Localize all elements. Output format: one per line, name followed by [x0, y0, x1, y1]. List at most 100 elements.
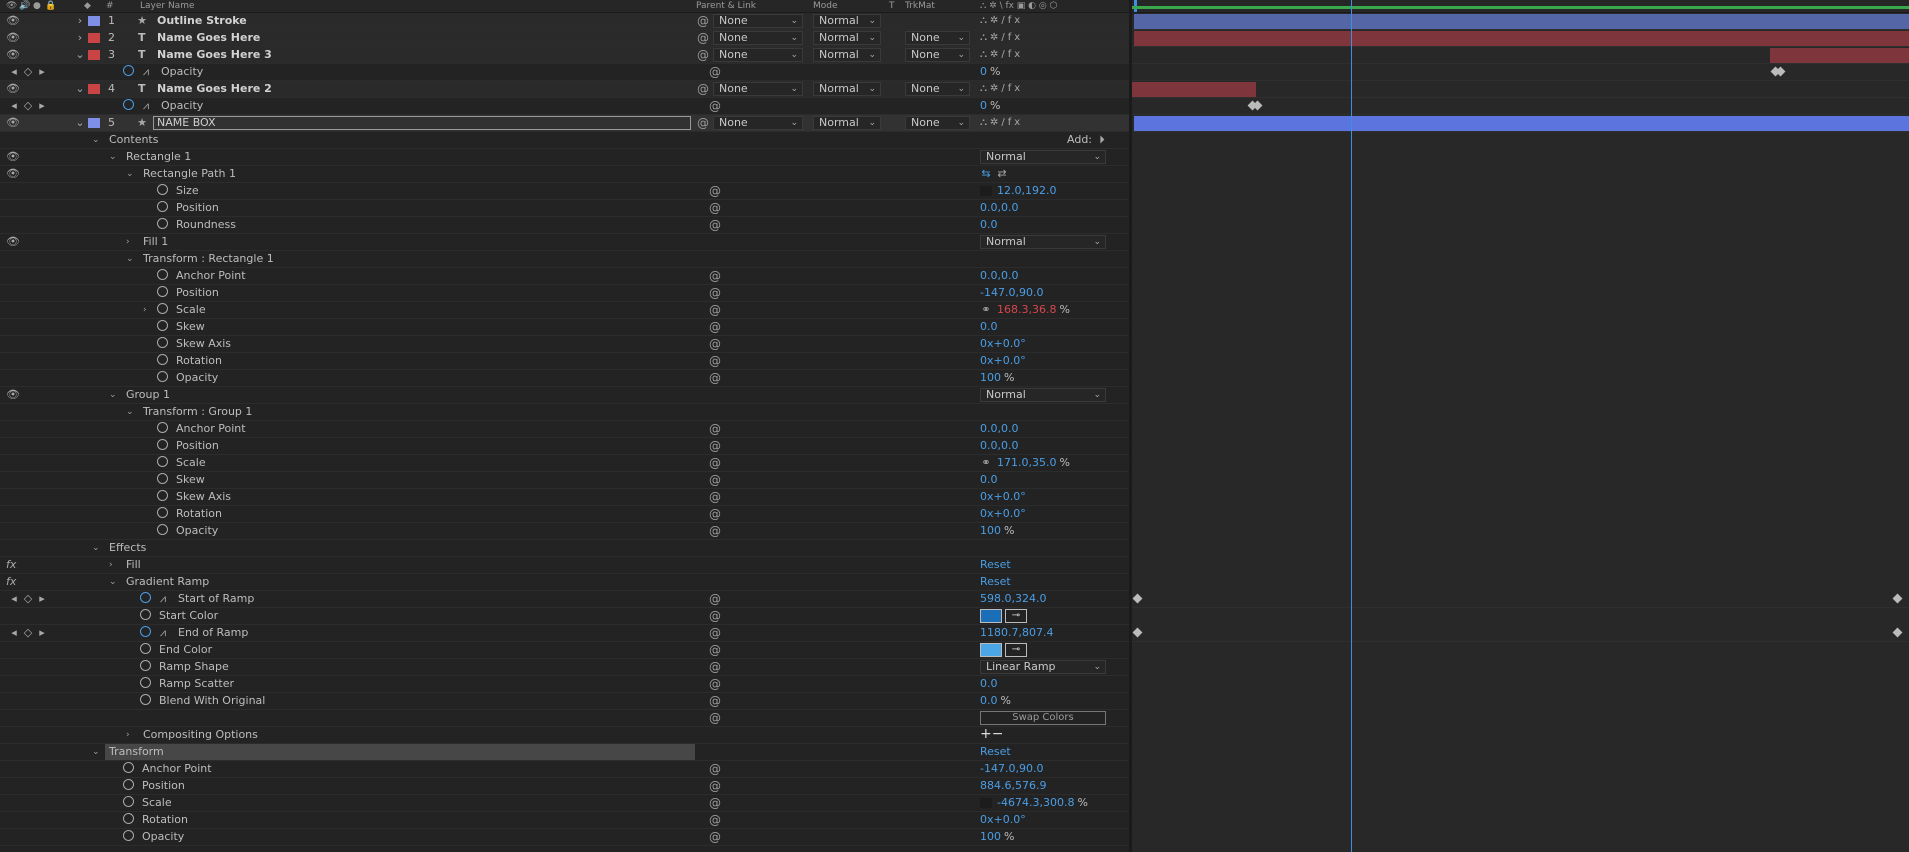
graph-icon[interactable]: ⩘ — [140, 98, 152, 114]
property-row-end-of-ramp[interactable]: ◂ ◇ ▸ ⩘ End of Ramp @ 1180.7,807.4 — [0, 625, 1129, 642]
prev-keyframe-icon[interactable]: ◂ — [8, 64, 20, 80]
collapse-arrow-icon[interactable]: ⌄ — [92, 132, 100, 148]
property-value[interactable]: 1180.7,807.4 — [980, 625, 1053, 641]
stopwatch-icon[interactable] — [157, 422, 168, 433]
property-value[interactable]: 0x+0.0° — [980, 506, 1026, 522]
expression-pickwhip-icon[interactable]: @ — [709, 438, 721, 454]
pickwhip-icon[interactable]: @ — [697, 30, 709, 46]
property-value[interactable]: 598.0,324.0 — [980, 591, 1046, 607]
parent-dropdown[interactable]: None ⌄ — [713, 31, 803, 45]
graph-icon[interactable]: ⩘ — [140, 64, 152, 80]
keyframe-marker[interactable] — [1892, 593, 1903, 604]
layer-duration-bar[interactable] — [1134, 14, 1909, 29]
parent-link-header[interactable]: Parent & Link — [696, 0, 756, 12]
label-color-swatch[interactable] — [88, 84, 100, 94]
layer-name-header[interactable]: Layer Name — [140, 0, 195, 12]
stopwatch-icon[interactable] — [157, 473, 168, 484]
expression-pickwhip-icon[interactable]: @ — [709, 472, 721, 488]
expression-pickwhip-icon[interactable]: @ — [709, 710, 721, 726]
keyframe-marker[interactable] — [1892, 627, 1903, 638]
property-row-rotation[interactable]: Rotation @ 0x+0.0° — [0, 812, 1129, 829]
pickwhip-icon[interactable]: @ — [697, 47, 709, 63]
expression-pickwhip-icon[interactable]: @ — [709, 625, 721, 641]
pickwhip-icon[interactable]: @ — [697, 115, 709, 131]
property-value[interactable]: 0.0,0.0 — [980, 268, 1018, 284]
constrain-proportions-box[interactable] — [980, 798, 992, 808]
expression-pickwhip-icon[interactable]: @ — [709, 693, 721, 709]
expression-pickwhip-icon[interactable]: @ — [709, 659, 721, 675]
expression-pickwhip-icon[interactable]: @ — [709, 778, 721, 794]
property-row-anchor-point[interactable]: Anchor Point @ 0.0,0.0 — [0, 268, 1129, 285]
stopwatch-icon[interactable] — [123, 762, 134, 773]
label-color-swatch[interactable] — [88, 118, 100, 128]
label-color-swatch[interactable] — [88, 50, 100, 60]
stopwatch-icon[interactable] — [157, 269, 168, 280]
graph-icon[interactable]: ⩘ — [157, 625, 169, 641]
stopwatch-icon[interactable] — [123, 65, 134, 76]
expression-pickwhip-icon[interactable]: @ — [709, 285, 721, 301]
switches-header[interactable]: ⛬ ✲ \ fx ▣ ◐ ◎ ⬡ — [980, 0, 1057, 12]
collapse-arrow-icon[interactable]: ⌄ — [74, 47, 86, 63]
reset-link[interactable]: Reset — [980, 574, 1011, 590]
expression-pickwhip-icon[interactable]: @ — [709, 812, 721, 828]
property-row-rotation[interactable]: Rotation @ 0x+0.0° — [0, 353, 1129, 370]
layer-switches[interactable]: ⛬✲/fx — [980, 30, 1023, 46]
timeline-track[interactable] — [1132, 115, 1909, 132]
start-color-swatch[interactable] — [980, 609, 1002, 623]
blend-mode-dropdown[interactable]: Normal ⌄ — [980, 235, 1106, 249]
expression-pickwhip-icon[interactable]: @ — [709, 370, 721, 386]
fx-icon[interactable]: fx — [6, 574, 16, 590]
next-keyframe-icon[interactable]: ▸ — [36, 64, 48, 80]
stopwatch-icon[interactable] — [140, 660, 151, 671]
expression-pickwhip-icon[interactable]: @ — [709, 64, 721, 80]
layer-duration-bar[interactable] — [1132, 82, 1256, 97]
property-value[interactable]: 0.0,0.0 — [980, 200, 1018, 216]
num-header[interactable]: # — [106, 0, 114, 12]
expression-pickwhip-icon[interactable]: @ — [709, 302, 721, 318]
expand-arrow-icon[interactable]: › — [74, 13, 86, 29]
property-row-position[interactable]: Position @ -147.0,90.0 — [0, 285, 1129, 302]
expression-pickwhip-icon[interactable]: @ — [709, 217, 721, 233]
eye-icon[interactable]: 👁 — [6, 47, 20, 63]
stopwatch-icon[interactable] — [157, 439, 168, 450]
effects-group-row[interactable]: ⌄ Effects — [0, 540, 1129, 557]
expression-pickwhip-icon[interactable]: @ — [709, 183, 721, 199]
t-header[interactable]: T — [889, 0, 895, 12]
fx-icon[interactable]: fx — [6, 557, 16, 573]
expression-pickwhip-icon[interactable]: @ — [709, 506, 721, 522]
next-keyframe-icon[interactable]: ▸ — [36, 625, 48, 641]
trkmat-dropdown[interactable]: None ⌄ — [905, 82, 970, 96]
mode-dropdown[interactable]: Normal ⌄ — [813, 116, 881, 130]
expand-arrow-icon[interactable]: › — [109, 557, 113, 573]
parent-dropdown[interactable]: None ⌄ — [713, 48, 803, 62]
stopwatch-icon[interactable] — [123, 796, 134, 807]
trkmat-dropdown[interactable]: None ⌄ — [905, 116, 970, 130]
expression-pickwhip-icon[interactable]: @ — [709, 591, 721, 607]
property-row-blend-with-original[interactable]: Blend With Original @ 0.0% — [0, 693, 1129, 710]
layer-duration-bar[interactable] — [1134, 116, 1909, 131]
property-row-anchor-point[interactable]: Anchor Point @ 0.0,0.0 — [0, 421, 1129, 438]
property-row-opacity[interactable]: Opacity @ 100% — [0, 829, 1129, 846]
property-row-opacity[interactable]: ◂ ◇ ▸ ⩘ Opacity @ 0% — [0, 64, 1129, 81]
stopwatch-icon[interactable] — [123, 779, 134, 790]
collapse-arrow-icon[interactable]: ⌄ — [109, 387, 117, 403]
stopwatch-icon[interactable] — [157, 354, 168, 365]
add-remove-mask-buttons[interactable]: +− — [980, 727, 1003, 742]
expression-pickwhip-icon[interactable]: @ — [709, 642, 721, 658]
layer-switches[interactable]: ⛬✲/fx — [980, 47, 1023, 63]
reset-link[interactable]: Reset — [980, 557, 1011, 573]
property-row-start-color[interactable]: Start Color @ ⊸ — [0, 608, 1129, 625]
eye-icon[interactable]: 👁 — [6, 149, 20, 165]
expression-pickwhip-icon[interactable]: @ — [709, 795, 721, 811]
collapse-arrow-icon[interactable]: ⌄ — [109, 574, 117, 590]
work-area-bar[interactable] — [1132, 6, 1909, 9]
property-row-ramp-scatter[interactable]: Ramp Scatter @ 0.0 — [0, 676, 1129, 693]
layer-switches[interactable]: ⛬✲/fx — [980, 81, 1023, 97]
property-value[interactable]: 168.3,36.8% — [997, 302, 1070, 318]
stopwatch-icon[interactable] — [157, 320, 168, 331]
layer-row[interactable]: 👁 › 1 ★ Outline Stroke @ None ⌄ Normal ⌄ ⛬… — [0, 13, 1129, 30]
collapse-arrow-icon[interactable]: ⌄ — [126, 251, 134, 267]
property-row-rotation[interactable]: Rotation @ 0x+0.0° — [0, 506, 1129, 523]
property-value[interactable]: 0.0,0.0 — [980, 421, 1018, 437]
eyedropper-icon[interactable]: ⊸ — [1005, 609, 1027, 623]
